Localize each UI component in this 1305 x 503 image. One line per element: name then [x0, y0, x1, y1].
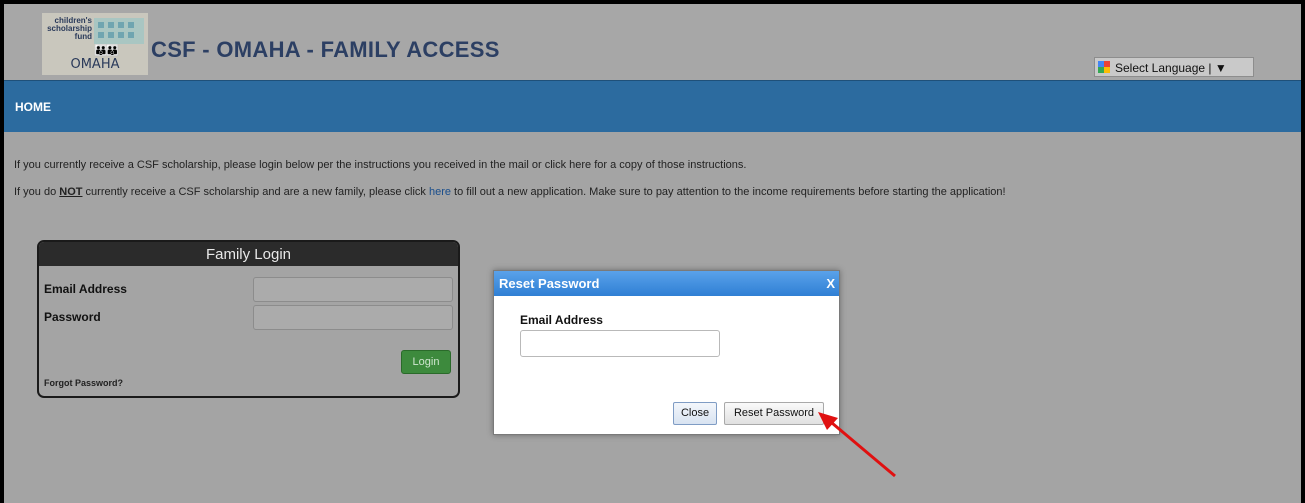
family-login-panel: Family Login Email Address Password Logi… [37, 240, 460, 398]
site-header: children's scholarship fund 👪👪 OMAHA CSF… [4, 4, 1301, 80]
dialog-title-bar: Reset Password [494, 271, 839, 296]
people-icon: 👪👪 [94, 45, 119, 57]
language-select[interactable]: Select Language | ▼ [1094, 57, 1254, 77]
language-select-label: Select Language | ▼ [1115, 61, 1227, 75]
dialog-title: Reset Password [499, 276, 600, 291]
building-icon [94, 18, 144, 44]
logo-text: children's scholarship fund [46, 17, 92, 41]
reset-password-dialog: Reset Password X Email Address Close Res… [493, 270, 840, 435]
main-nav: HOME [4, 80, 1301, 132]
csf-logo[interactable]: children's scholarship fund 👪👪 OMAHA [42, 13, 148, 75]
dialog-email-field[interactable] [520, 330, 720, 357]
not-emphasis: NOT [59, 186, 83, 198]
email-field[interactable] [253, 277, 453, 302]
intro-text-new: If you do NOT currently receive a CSF sc… [14, 186, 1006, 198]
dialog-email-label: Email Address [520, 313, 603, 327]
login-button[interactable]: Login [401, 350, 451, 374]
login-panel-title: Family Login [39, 242, 458, 266]
chevron-down-icon: ▼ [1214, 61, 1227, 75]
logo-line-3: fund [74, 32, 92, 41]
google-translate-icon [1098, 61, 1111, 73]
intro-text-existing: If you currently receive a CSF scholarsh… [14, 159, 747, 171]
close-icon[interactable]: X [826, 271, 835, 296]
nav-home-link[interactable]: HOME [15, 100, 51, 114]
logo-city: OMAHA [70, 57, 120, 72]
email-label: Email Address [44, 282, 127, 296]
password-label: Password [44, 310, 101, 324]
new-application-link[interactable]: here [429, 186, 451, 198]
reset-password-button[interactable]: Reset Password [724, 402, 824, 425]
site-title: CSF - OMAHA - FAMILY ACCESS [151, 37, 500, 62]
password-field[interactable] [253, 305, 453, 330]
forgot-password-link[interactable]: Forgot Password? [44, 378, 123, 388]
close-button[interactable]: Close [673, 402, 717, 425]
browser-page: children's scholarship fund 👪👪 OMAHA CSF… [0, 0, 1305, 503]
